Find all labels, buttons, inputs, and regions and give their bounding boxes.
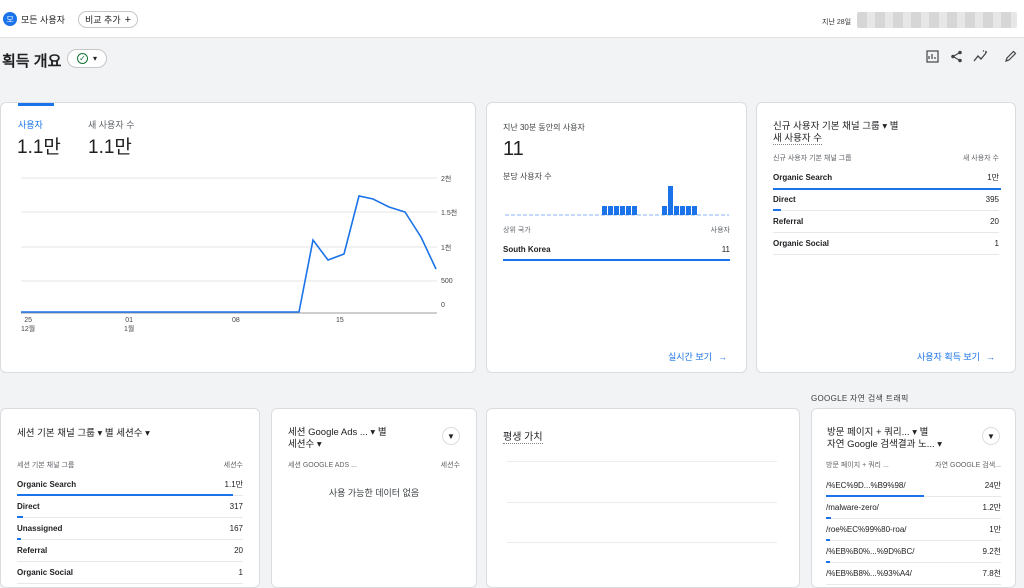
table-row[interactable]: Organic Social 1 — [17, 562, 243, 584]
table-row[interactable]: /roe%EC%99%80-roa/1만 — [826, 519, 1001, 541]
filter-icon[interactable]: ▼ — [442, 427, 460, 445]
organic-search-card: 방문 페이지 + 쿼리... ▾ 별 자연 Google 검색결과 노... ▾… — [811, 408, 1016, 588]
arrow-right-icon: → — [985, 351, 995, 362]
share-icon[interactable] — [948, 48, 964, 64]
table-row[interactable]: Referral 20 — [17, 540, 243, 562]
realtime-table-header: 상위 국가 사용자 — [503, 227, 730, 234]
all-users-chip[interactable]: 모 모든 사용자 — [3, 12, 65, 26]
date-range-label[interactable]: 지난 28일 — [822, 17, 851, 27]
realtime-value: 11 — [503, 138, 524, 160]
y-tick: 1천 — [441, 245, 452, 252]
y-tick: 1.5천 — [441, 210, 458, 217]
x-tick: 08 — [232, 317, 240, 324]
grid-line — [507, 461, 777, 462]
filter-icon[interactable]: ▼ — [982, 427, 1000, 445]
table-row[interactable]: Organic Social 1 — [773, 233, 999, 255]
organic-table-header: 방문 페이지 + 쿼리 ... 자연 GOOGLE 검색... — [826, 462, 1001, 469]
table-row[interactable]: Referral 20 — [773, 211, 999, 233]
table-row[interactable]: Direct 395 — [773, 189, 999, 211]
table-row[interactable]: Direct 317 — [17, 496, 243, 518]
per-minute-bar-chart — [505, 186, 729, 216]
view-user-acquisition-link[interactable]: 사용자 획득 보기 → — [917, 350, 995, 363]
y-tick: 2천 — [441, 176, 452, 183]
per-minute-label: 분당 사용자 수 — [503, 172, 552, 181]
sessions-table-header: 세션 기본 채널 그룹 세션수 — [17, 462, 243, 469]
google-ads-title[interactable]: 세션 Google Ads ... ▾ 별 세션수 ▾ — [288, 427, 387, 451]
lifetime-value-title: 평생 가치 — [503, 432, 543, 444]
table-row[interactable]: /malware-zero/1.2만 — [826, 497, 1001, 519]
empty-state-message: 사용 가능한 데이터 없음 — [328, 488, 420, 498]
new-users-channel-card: 신규 사용자 기본 채널 그룹 ▾ 별 새 사용자 수 신규 사용자 기본 채널… — [756, 102, 1016, 373]
view-realtime-link[interactable]: 실시간 보기 → — [668, 350, 727, 363]
all-users-label: 모든 사용자 — [21, 14, 65, 25]
table-row[interactable]: Unassigned 167 — [17, 518, 243, 540]
add-comparison-label: 비교 추가 — [85, 15, 121, 25]
grid-line — [507, 502, 777, 503]
status-dropdown[interactable]: ✓ ▾ — [67, 49, 107, 68]
table-row[interactable]: /%EC%9D...%B9%98/24만 — [826, 475, 1001, 497]
edit-pencil-icon[interactable] — [1002, 48, 1018, 64]
table-row[interactable]: /%EB%B0%...%9D%BC/9.2천 — [826, 541, 1001, 563]
organic-search-title[interactable]: 방문 페이지 + 쿼리... ▾ 별 자연 Google 검색결과 노... ▾ — [827, 427, 942, 451]
users-series-line — [21, 195, 437, 313]
table-row[interactable]: South Korea 11 — [503, 239, 730, 261]
check-circle-icon: ✓ — [76, 53, 88, 64]
add-comparison-button[interactable]: 비교 추가 + — [78, 11, 139, 28]
realtime-card: 지난 30분 동안의 사용자 11 분당 사용자 수 상위 국가 사용자 Sout… — [486, 102, 747, 373]
table-row[interactable]: /%EB%B8%...%93%A4/7.8천 — [826, 563, 1001, 585]
insights-icon[interactable] — [972, 48, 988, 64]
realtime-title: 지난 30분 동안의 사용자 — [503, 123, 585, 132]
plus-icon: + — [124, 13, 132, 26]
audience-avatar: 모 — [3, 12, 17, 26]
x-tick: 25 12월 — [21, 317, 36, 333]
page-title: 획득 개요 — [2, 53, 62, 70]
customize-report-icon[interactable] — [924, 48, 940, 64]
sessions-channel-title[interactable]: 세션 기본 채널 그룹 ▾ 별 세션수 ▾ — [17, 428, 150, 440]
table-row[interactable]: Organic Search 1만 — [773, 167, 999, 189]
chevron-down-icon: ▾ — [92, 54, 97, 63]
google-ads-card: 세션 Google Ads ... ▾ 별 세션수 ▾ ▼ 세션 GOOGLE … — [271, 408, 477, 588]
organic-section-label: GOOGLE 자연 검색 트래픽 — [811, 394, 909, 403]
x-tick: 15 — [336, 317, 344, 324]
lifetime-value-card: 평생 가치 — [486, 408, 800, 588]
grid-line — [507, 542, 777, 543]
users-overview-card: 사용자 1.1만 새 사용자 수 1.1만 2천 1.5천 1천 500 0 2… — [0, 102, 476, 373]
users-line-chart — [21, 177, 437, 314]
top-bar: 모 모든 사용자 비교 추가 + 지난 28일 — [0, 0, 1024, 38]
y-tick: 0 — [441, 302, 445, 309]
sessions-channel-card: 세션 기본 채널 그룹 ▾ 별 세션수 ▾ 세션 기본 채널 그룹 세션수 Org… — [0, 408, 260, 588]
new-users-table-header: 신규 사용자 기본 채널 그룹 새 사용자 수 — [773, 155, 999, 162]
google-ads-table-header: 세션 GOOGLE ADS ... 세션수 — [288, 462, 460, 469]
table-row[interactable]: Organic Search 1.1만 — [17, 474, 243, 496]
y-tick: 500 — [441, 278, 453, 285]
new-users-channel-title[interactable]: 신규 사용자 기본 채널 그룹 ▾ 별 새 사용자 수 — [773, 121, 899, 145]
arrow-right-icon: → — [717, 351, 727, 362]
date-range-redacted[interactable] — [857, 12, 1017, 28]
x-tick: 01 1월 — [124, 317, 135, 333]
